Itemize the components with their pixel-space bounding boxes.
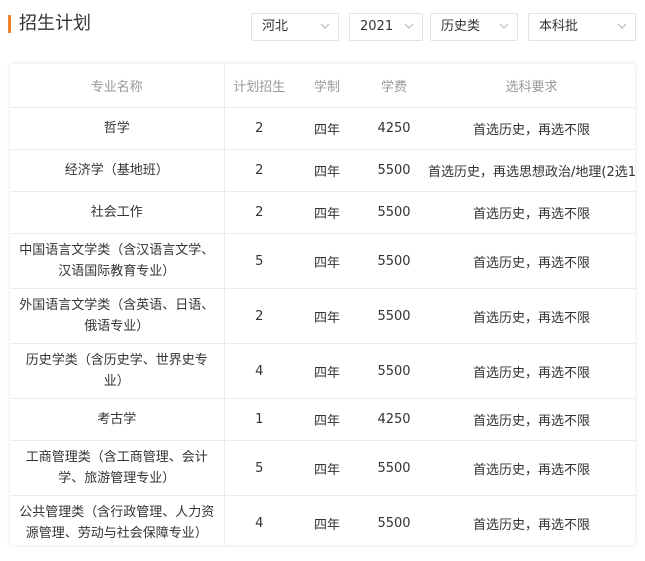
batch-select-value: 本科批 — [539, 19, 579, 34]
column-header-requirement: 选科要求 — [428, 64, 635, 108]
subject-requirement: 首选历史，再选不限 — [472, 517, 590, 533]
plan-count: 2 — [224, 288, 294, 344]
plan-count: 4 — [255, 515, 264, 531]
duration: 四年 — [294, 107, 360, 150]
enrollment-table: 专业名称 计划招生 学制 学费 选科要求 哲学 2 四年 4250 首选历史，再… — [10, 64, 635, 545]
tuition-fee: 5500 — [360, 149, 428, 192]
table-row: 历史学类（含历史学、世界史专业） 4 四年 5500 首选历史，再选不限 — [10, 343, 635, 399]
tuition-fee: 5500 — [360, 440, 428, 496]
duration: 四年 — [294, 191, 360, 234]
chevron-down-icon — [617, 23, 627, 29]
year-select[interactable]: 2021 — [349, 13, 423, 41]
table-row: 哲学 2 四年 4250 首选历史，再选不限 — [10, 107, 635, 150]
tuition-fee: 4250 — [360, 398, 428, 441]
major-name: 社会工作 — [10, 191, 225, 234]
chevron-down-icon — [499, 23, 509, 29]
table-row: 经济学（基地班） 2 四年 5500 首选历史，再选思想政治/地理(2选1) — [10, 149, 635, 192]
plan-count: 4 — [224, 343, 294, 399]
table-row: 外国语言文学类（含英语、日语、俄语专业） 2 四年 5500 首选历史，再选不限 — [10, 288, 635, 344]
page-header: 招生计划 河北 2021 历史类 本科批 — [0, 0, 645, 56]
column-header-fee: 学费 — [360, 64, 428, 108]
table-header-row: 专业名称 计划招生 学制 学费 选科要求 — [10, 64, 635, 108]
duration: 四年 — [294, 440, 360, 496]
major-name: 考古学 — [10, 398, 225, 441]
subject-requirement: 首选历史，再选不限 — [428, 288, 635, 344]
subject-requirement: 首选历史，再选不限 — [428, 107, 635, 150]
duration: 四年 — [294, 398, 360, 441]
duration: 四年 — [294, 233, 360, 289]
plan-count: 2 — [224, 149, 294, 192]
subject-requirement: 首选历史，再选不限 — [428, 398, 635, 441]
column-header-plan: 计划招生 — [224, 64, 294, 108]
column-header-major: 专业名称 — [10, 64, 225, 108]
major-name: 外国语言文学类（含英语、日语、俄语专业） — [10, 288, 225, 344]
duration: 四年 — [294, 149, 360, 192]
province-select[interactable]: 河北 — [251, 13, 339, 41]
plan-count: 5 — [224, 440, 294, 496]
chevron-down-icon — [320, 23, 330, 29]
major-name: 经济学（基地班） — [10, 149, 225, 192]
table-row: 考古学 1 四年 4250 首选历史，再选不限 — [10, 398, 635, 441]
duration: 四年 — [294, 288, 360, 344]
table-row: 中国语言文学类（含汉语言文学、汉语国际教育专业） 5 四年 5500 首选历史，… — [10, 233, 635, 289]
tuition-fee: 5500 — [360, 343, 428, 399]
year-select-value: 2021 — [360, 19, 394, 34]
tuition-fee: 5500 — [360, 191, 428, 234]
province-select-value: 河北 — [262, 19, 289, 34]
duration: 四年 — [313, 517, 340, 533]
page-title: 招生计划 — [19, 13, 91, 34]
subject-select[interactable]: 历史类 — [430, 13, 518, 41]
tuition-fee: 5500 — [360, 288, 428, 344]
tuition-fee: 4250 — [360, 107, 428, 150]
enrollment-table-card: 专业名称 计划招生 学制 学费 选科要求 哲学 2 四年 4250 首选历史，再… — [10, 64, 635, 545]
plan-count: 2 — [224, 191, 294, 234]
major-name: 中国语言文学类（含汉语言文学、汉语国际教育专业） — [10, 233, 225, 289]
subject-requirement: 首选历史，再选不限 — [428, 191, 635, 234]
subject-requirement: 首选历史，再选不限 — [428, 343, 635, 399]
table-row: 工商管理类（含工商管理、会计学、旅游管理专业） 5 四年 5500 首选历史，再… — [10, 440, 635, 496]
table-row: 社会工作 2 四年 5500 首选历史，再选不限 — [10, 191, 635, 234]
tuition-fee: 5500 — [377, 515, 411, 531]
subject-requirement: 首选历史，再选不限 — [428, 440, 635, 496]
plan-count: 1 — [224, 398, 294, 441]
column-header-duration: 学制 — [294, 64, 360, 108]
major-name: 哲学 — [10, 107, 225, 150]
subject-select-value: 历史类 — [441, 19, 481, 34]
plan-count: 5 — [224, 233, 294, 289]
duration: 四年 — [294, 343, 360, 399]
major-name: 工商管理类（含工商管理、会计学、旅游管理专业） — [10, 440, 225, 496]
subject-requirement: 首选历史，再选思想政治/地理(2选1) — [428, 149, 635, 192]
plan-count: 2 — [224, 107, 294, 150]
subject-requirement: 首选历史，再选不限 — [428, 233, 635, 289]
major-name: 历史学类（含历史学、世界史专业） — [10, 343, 225, 399]
table-row: 公共管理类（含行政管理、人力资源管理、劳动与社会保障专业） 4 四年 5500 … — [10, 495, 635, 545]
title-accent-bar — [8, 15, 11, 33]
major-name: 公共管理类（含行政管理、人力资源管理、劳动与社会保障专业） — [10, 495, 225, 545]
tuition-fee: 5500 — [360, 233, 428, 289]
batch-select[interactable]: 本科批 — [528, 13, 636, 41]
chevron-down-icon — [404, 23, 414, 29]
